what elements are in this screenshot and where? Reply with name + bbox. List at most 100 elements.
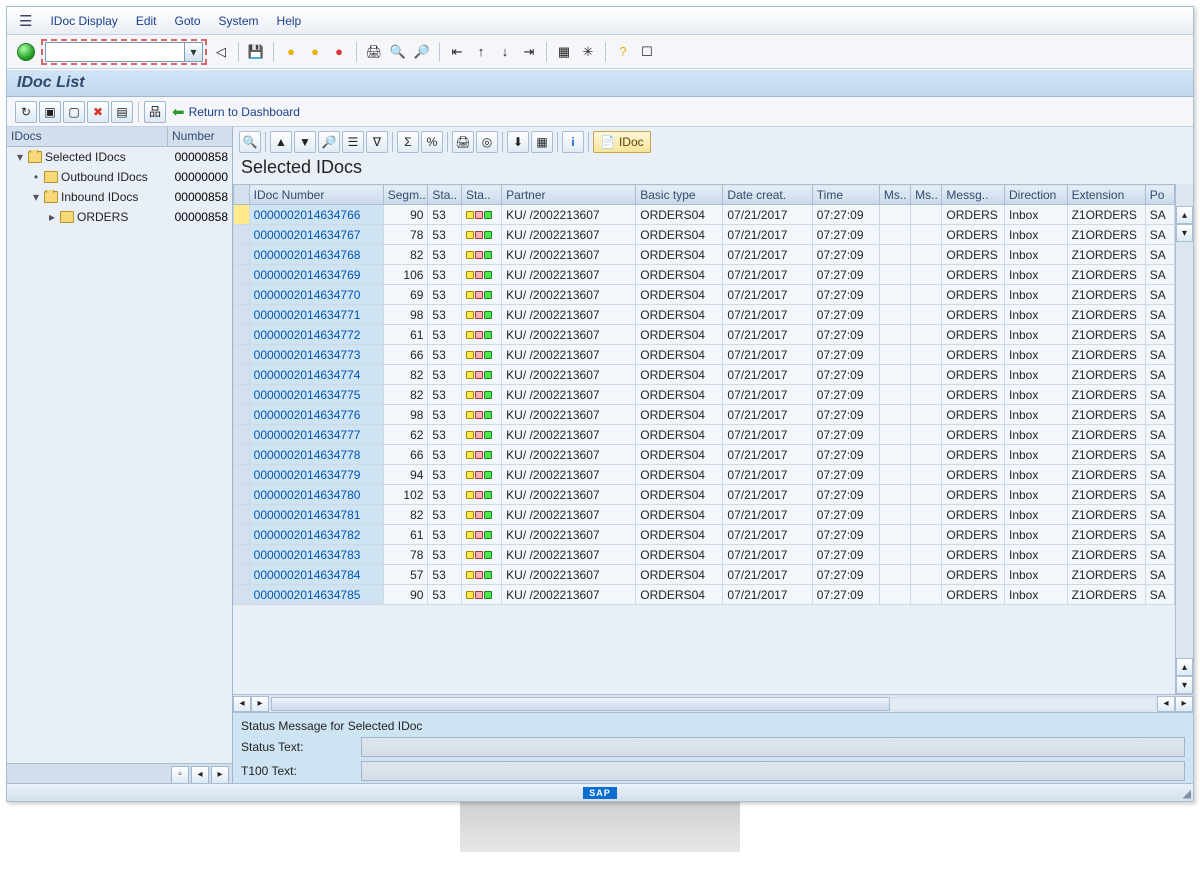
table-row[interactable]: 00000020146347845753KU/ /2002213607ORDER… — [234, 565, 1175, 585]
column-header[interactable]: Sta.. — [428, 185, 462, 205]
scroll-left2-icon[interactable]: ▸ — [251, 696, 269, 712]
collapse-button[interactable]: ▢ — [63, 101, 85, 123]
column-header[interactable]: Date creat. — [723, 185, 812, 205]
column-header[interactable]: Basic type — [636, 185, 723, 205]
column-header[interactable]: Partner — [502, 185, 636, 205]
back-sphere-icon[interactable]: ● — [281, 42, 301, 62]
export-button[interactable]: ▤ — [111, 101, 133, 123]
column-header[interactable]: Ms.. — [911, 185, 942, 205]
print-button[interactable]: 🖨 — [452, 131, 474, 153]
sort-asc-button[interactable]: ▲ — [270, 131, 292, 153]
save-icon[interactable]: 💾 — [246, 42, 266, 62]
scroll-h-thumb[interactable] — [271, 697, 890, 711]
tree-item[interactable]: •Outbound IDocs00000000 — [7, 167, 232, 187]
table-row[interactable]: 00000020146347677853KU/ /2002213607ORDER… — [234, 225, 1175, 245]
find-button[interactable]: 🔎 — [318, 131, 340, 153]
scroll-right-icon[interactable]: ▸ — [1175, 696, 1193, 712]
back-icon[interactable]: ◁ — [211, 42, 231, 62]
menu-idoc-display[interactable]: IDoc Display — [50, 14, 117, 28]
column-header[interactable]: Sta.. — [461, 185, 501, 205]
table-row[interactable]: 00000020146347837853KU/ /2002213607ORDER… — [234, 545, 1175, 565]
menu-edit[interactable]: Edit — [136, 14, 157, 28]
command-input[interactable] — [45, 42, 185, 62]
menu-goto[interactable]: Goto — [175, 14, 201, 28]
table-row[interactable]: 000000201463478010253KU/ /2002213607ORDE… — [234, 485, 1175, 505]
cancel-sphere-icon[interactable]: ● — [329, 42, 349, 62]
layout-icon[interactable]: ☐ — [637, 42, 657, 62]
twisty-icon[interactable]: ▾ — [15, 150, 25, 164]
menu-system[interactable]: System — [219, 14, 259, 28]
column-header[interactable]: Messg.. — [942, 185, 1005, 205]
table-row[interactable]: 00000020146347859053KU/ /2002213607ORDER… — [234, 585, 1175, 605]
info-button[interactable]: i — [562, 131, 584, 153]
export-excel-button[interactable]: ⬇ — [507, 131, 529, 153]
idoc-chip-button[interactable]: 📄 IDoc — [593, 131, 651, 153]
tree-body[interactable]: ▾Selected IDocs00000858•Outbound IDocs00… — [7, 147, 232, 763]
column-header[interactable]: IDoc Number — [249, 185, 383, 205]
menu-icon[interactable]: ☰ — [19, 12, 32, 30]
find-icon[interactable]: 🔍 — [388, 42, 408, 62]
column-header[interactable]: Segm.. — [383, 185, 428, 205]
return-to-dashboard-button[interactable]: ⬅ Return to Dashboard — [168, 103, 304, 121]
exit-sphere-icon[interactable]: ● — [305, 42, 325, 62]
column-header[interactable] — [234, 185, 250, 205]
resize-grip-icon[interactable]: ◢ — [1183, 787, 1191, 800]
column-header[interactable]: Direction — [1004, 185, 1067, 205]
print-icon[interactable]: 🖨 — [364, 42, 384, 62]
table-row[interactable]: 00000020146347818253KU/ /2002213607ORDER… — [234, 505, 1175, 525]
table-row[interactable]: 00000020146347736653KU/ /2002213607ORDER… — [234, 345, 1175, 365]
tree-item[interactable]: ▸ORDERS00000858 — [7, 207, 232, 227]
table-row[interactable]: 00000020146347719853KU/ /2002213607ORDER… — [234, 305, 1175, 325]
find-next-icon[interactable]: 🔎 — [412, 42, 432, 62]
tree-scroll-left-button[interactable]: ◂ — [191, 766, 209, 784]
layout-button[interactable]: ▦ — [531, 131, 553, 153]
tree-item[interactable]: ▾Inbound IDocs00000858 — [7, 187, 232, 207]
table-row[interactable]: 00000020146347769853KU/ /2002213607ORDER… — [234, 405, 1175, 425]
refresh-button[interactable]: ↻ — [15, 101, 37, 123]
prev-page-icon[interactable]: ↑ — [471, 42, 491, 62]
table-row[interactable]: 000000201463476910653KU/ /2002213607ORDE… — [234, 265, 1175, 285]
scroll-left-icon[interactable]: ◂ — [233, 696, 251, 712]
column-header[interactable]: Ms.. — [879, 185, 910, 205]
tree-scroll-right-button[interactable]: ▸ — [211, 766, 229, 784]
table-row[interactable]: 00000020146347758253KU/ /2002213607ORDER… — [234, 385, 1175, 405]
table-row[interactable]: 00000020146347688253KU/ /2002213607ORDER… — [234, 245, 1175, 265]
scroll-down-icon[interactable]: ▾ — [1176, 676, 1193, 694]
table-row[interactable]: 00000020146347748253KU/ /2002213607ORDER… — [234, 365, 1175, 385]
last-page-icon[interactable]: ⇥ — [519, 42, 539, 62]
scroll-up2-icon[interactable]: ▴ — [1176, 658, 1193, 676]
table-row[interactable]: 00000020146347726153KU/ /2002213607ORDER… — [234, 325, 1175, 345]
scroll-down-step-icon[interactable]: ▾ — [1176, 224, 1193, 242]
hierarchy-button[interactable]: 品 — [144, 101, 166, 123]
table-row[interactable]: 00000020146347799453KU/ /2002213607ORDER… — [234, 465, 1175, 485]
column-header[interactable]: Po — [1145, 185, 1174, 205]
tree-item[interactable]: ▾Selected IDocs00000858 — [7, 147, 232, 167]
help-icon[interactable]: ? — [613, 42, 633, 62]
table-row[interactable]: 00000020146347786653KU/ /2002213607ORDER… — [234, 445, 1175, 465]
scroll-v-track[interactable] — [1176, 242, 1193, 658]
filter-button[interactable]: ☰ — [342, 131, 364, 153]
expand-button[interactable]: ▣ — [39, 101, 61, 123]
twisty-icon[interactable]: ▾ — [31, 190, 41, 204]
twisty-icon[interactable]: • — [31, 170, 41, 184]
scroll-right2-icon[interactable]: ◂ — [1157, 696, 1175, 712]
new-session-icon[interactable]: ▦ — [554, 42, 574, 62]
twisty-icon[interactable]: ▸ — [47, 210, 57, 224]
command-dropdown-icon[interactable]: ▾ — [185, 42, 203, 62]
delete-button[interactable]: ✖ — [87, 101, 109, 123]
column-header[interactable]: Time — [812, 185, 879, 205]
scroll-up-icon[interactable]: ▴ — [1176, 206, 1193, 224]
shortcut-icon[interactable]: ✳ — [578, 42, 598, 62]
grid-horizontal-scrollbar[interactable]: ◂ ▸ ◂ ▸ — [233, 694, 1193, 712]
details-button[interactable]: 🔍 — [239, 131, 261, 153]
column-header[interactable]: Extension — [1067, 185, 1145, 205]
total-button[interactable]: Σ — [397, 131, 419, 153]
table-row[interactable]: 00000020146347706953KU/ /2002213607ORDER… — [234, 285, 1175, 305]
table-row[interactable]: 00000020146347776253KU/ /2002213607ORDER… — [234, 425, 1175, 445]
enter-icon[interactable] — [17, 43, 35, 61]
next-page-icon[interactable]: ↓ — [495, 42, 515, 62]
filter-off-button[interactable]: ∇ — [366, 131, 388, 153]
menu-help[interactable]: Help — [277, 14, 302, 28]
table-row[interactable]: 00000020146347669053KU/ /2002213607ORDER… — [234, 205, 1175, 225]
sort-desc-button[interactable]: ▼ — [294, 131, 316, 153]
